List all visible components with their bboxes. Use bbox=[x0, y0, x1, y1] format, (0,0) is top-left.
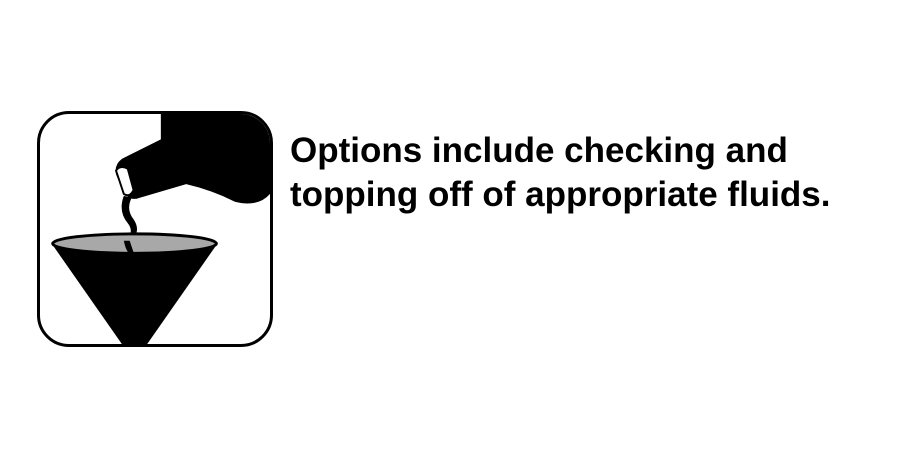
caption-line-1: Options include checking and bbox=[290, 131, 788, 170]
pouring-fluid-funnel-icon bbox=[51, 114, 270, 344]
fluid-container-shape bbox=[115, 114, 270, 204]
caption-line-2: topping off of appropriate fluids. bbox=[290, 175, 831, 214]
funnel-body-shape bbox=[51, 243, 218, 344]
funnel-liquid-surface bbox=[51, 232, 218, 255]
fluids-caption: Options include checking and topping off… bbox=[290, 129, 890, 217]
fluid-icon-frame bbox=[37, 111, 273, 347]
